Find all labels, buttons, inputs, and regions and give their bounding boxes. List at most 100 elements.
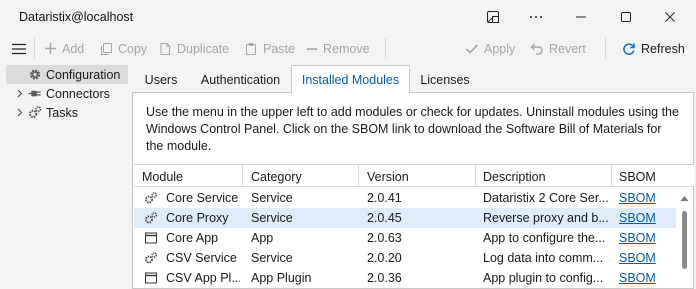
checkmark-icon <box>465 43 479 54</box>
module-cell: Core Service <box>166 191 239 205</box>
content-area: Users Authentication Installed Modules L… <box>132 63 696 289</box>
apply-button[interactable]: Apply <box>465 40 515 57</box>
gears-icon <box>145 252 158 264</box>
column-header-category[interactable]: Category <box>251 170 302 184</box>
window-icon <box>145 232 157 244</box>
module-cell: CSV App Pl... <box>166 271 240 285</box>
panel-description: Use the menu in the upper left to add mo… <box>146 105 679 153</box>
hamburger-menu-icon <box>12 43 26 54</box>
column-separator[interactable] <box>475 165 476 187</box>
category-cell: Service <box>251 211 293 225</box>
category-cell: App Plugin <box>251 271 312 285</box>
tab-installed-modules[interactable]: Installed Modules <box>291 65 410 93</box>
column-separator[interactable] <box>242 165 243 187</box>
version-cell: 2.0.41 <box>367 191 402 205</box>
description-cell: Log data into comm... <box>483 251 604 265</box>
toolbar-separator <box>34 38 35 59</box>
window-icon <box>145 272 157 284</box>
description-cell: Reverse proxy and b... <box>483 211 609 225</box>
copy-button[interactable]: Copy <box>99 40 147 57</box>
tree-item-configuration[interactable]: Configuration <box>0 65 130 84</box>
tab-label: Installed Modules <box>301 72 400 87</box>
add-label: Add <box>62 41 85 56</box>
remove-label: Remove <box>323 41 370 56</box>
table-row[interactable]: CSV Service Service 2.0.20 Log data into… <box>134 248 676 268</box>
copy-label: Copy <box>118 41 148 56</box>
add-button[interactable]: Add <box>44 40 84 57</box>
duplicate-button[interactable]: Duplicate <box>158 40 229 57</box>
tab-licenses[interactable]: Licenses <box>413 67 477 92</box>
table-row[interactable]: Core App App 2.0.63 App to configure the… <box>134 228 676 248</box>
scrollbar-thumb[interactable] <box>682 211 687 269</box>
tree-item-connectors[interactable]: Connectors <box>0 84 130 103</box>
description-cell: Dataristix 2 Core Ser... <box>483 191 609 205</box>
minimize-button[interactable] <box>559 0 603 34</box>
toolbar-separator <box>385 38 386 59</box>
window-title: Dataristix@localhost <box>19 10 134 24</box>
sbom-link[interactable]: SBOM <box>619 211 656 225</box>
ellipsis-icon <box>530 16 542 18</box>
copy-icon <box>101 42 112 55</box>
hamburger-menu-button[interactable] <box>11 40 27 57</box>
column-header-module[interactable]: Module <box>142 170 183 184</box>
duplicate-icon <box>160 42 170 55</box>
tab-label: Authentication <box>200 72 281 87</box>
version-cell: 2.0.36 <box>367 271 402 285</box>
toolbar-separator <box>605 38 606 59</box>
category-cell: Service <box>251 191 293 205</box>
tree-item-label: Configuration <box>46 68 121 82</box>
grid-header: Module Category Version Description SBOM <box>134 165 694 187</box>
category-cell: Service <box>251 251 293 265</box>
tab-label: Users <box>144 72 178 87</box>
gears-icon <box>28 106 42 119</box>
column-header-sbom[interactable]: SBOM <box>619 170 656 184</box>
module-cell: Core Proxy <box>166 211 229 225</box>
revert-label: Revert <box>549 41 586 56</box>
column-separator[interactable] <box>358 165 359 187</box>
version-cell: 2.0.20 <box>367 251 402 265</box>
paste-button[interactable]: Paste <box>244 40 295 57</box>
tab-authentication[interactable]: Authentication <box>192 67 289 92</box>
apply-label: Apply <box>484 41 516 56</box>
module-cell: Core App <box>166 231 219 245</box>
sbom-link[interactable]: SBOM <box>619 231 656 245</box>
gear-icon <box>29 69 41 80</box>
remove-button[interactable]: Remove <box>306 40 370 57</box>
tree-item-tasks[interactable]: Tasks <box>0 103 130 122</box>
table-row[interactable]: CSV App Pl... App Plugin 2.0.36 App plug… <box>134 268 676 288</box>
undo-icon <box>530 43 543 55</box>
gears-icon <box>145 212 158 224</box>
category-cell: App <box>251 231 274 245</box>
chevron-right-icon[interactable] <box>15 108 24 117</box>
close-button[interactable] <box>648 0 692 34</box>
maximize-button[interactable] <box>604 0 648 34</box>
tab-users[interactable]: Users <box>134 67 188 92</box>
plug-icon <box>28 90 41 97</box>
chevron-right-icon[interactable] <box>15 89 24 98</box>
sbom-link[interactable]: SBOM <box>619 191 656 205</box>
close-icon <box>665 12 675 22</box>
table-row[interactable]: Core Service Service 2.0.41 Dataristix 2… <box>134 188 676 208</box>
more-options-button[interactable] <box>514 0 558 34</box>
toolbar: Add Copy Duplicate Paste Remove Apply Re… <box>0 34 696 63</box>
sbom-link[interactable]: SBOM <box>619 251 656 265</box>
module-cell: CSV Service <box>166 251 237 265</box>
installed-modules-panel: Use the menu in the upper left to add mo… <box>132 92 694 289</box>
refresh-button[interactable]: Refresh <box>622 40 685 57</box>
column-separator[interactable] <box>611 165 612 187</box>
gears-icon <box>145 192 158 204</box>
title-bar: Dataristix@localhost <box>0 0 696 34</box>
table-row[interactable]: Core Proxy Service 2.0.45 Reverse proxy … <box>134 208 676 228</box>
column-header-version[interactable]: Version <box>367 170 409 184</box>
revert-button[interactable]: Revert <box>530 40 586 57</box>
scroll-up-arrow-icon[interactable] <box>680 195 689 202</box>
description-cell: App plugin to config... <box>483 271 604 285</box>
minus-icon <box>307 47 317 50</box>
sbom-link[interactable]: SBOM <box>619 271 656 285</box>
compact-overlay-button[interactable] <box>471 0 515 34</box>
vertical-scrollbar[interactable] <box>676 187 694 289</box>
tree-item-label: Connectors <box>46 87 110 101</box>
column-header-description[interactable]: Description <box>483 170 546 184</box>
refresh-label: Refresh <box>641 41 685 56</box>
refresh-icon <box>623 42 635 55</box>
